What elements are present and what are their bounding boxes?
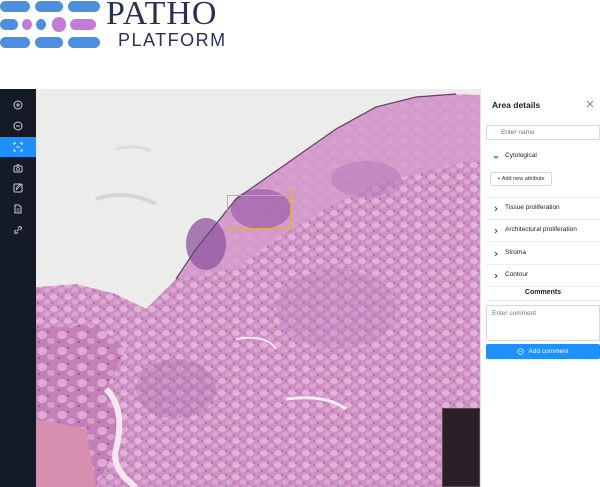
section-label: Stroma [505,249,526,256]
section-architectural-proliferation[interactable]: Architectural proliferation [486,220,600,242]
chevron-right-icon [494,251,498,257]
select-area-button[interactable] [0,137,36,157]
section-label: Cytological [505,152,537,159]
area-name-input[interactable] [486,125,600,140]
select-area-icon [13,142,23,152]
zoom-in-button[interactable] [0,95,36,115]
slide-viewer[interactable] [36,89,480,487]
zoom-out-button[interactable] [0,116,36,136]
add-comment-label: Add comment [528,348,569,355]
minimap-thumbnail[interactable] [442,408,480,487]
selected-area-box[interactable] [227,195,291,229]
add-attribute-button[interactable]: + Add new attribute [490,172,552,186]
chevron-right-icon [494,206,498,212]
tissue-slide-image [36,89,480,487]
section-label: Architectural proliferation [505,226,577,233]
section-stroma[interactable]: Stroma [486,243,600,265]
report-button[interactable] [0,199,36,219]
edit-button[interactable] [0,178,36,198]
comment-icon [517,348,525,355]
section-contour[interactable]: Contour [486,265,600,287]
section-label: Tissue proliferation [505,204,560,211]
section-tissue-proliferation[interactable]: Tissue proliferation [486,198,600,220]
left-toolbar [0,89,36,487]
divider [486,300,600,301]
close-icon[interactable] [585,99,595,109]
link-icon [14,226,22,234]
comment-textarea[interactable] [486,305,600,341]
app-window: Area details Cytological + Add new attri… [0,89,600,487]
logo-text-platform: PLATFORM [118,30,227,50]
screenshot-button[interactable] [0,158,36,178]
area-details-panel: Area details Cytological + Add new attri… [480,89,600,487]
camera-icon [13,164,23,173]
document-icon [14,204,22,214]
section-label: Contour [505,271,529,278]
zoom-in-icon [13,100,23,110]
chevron-right-icon [494,228,498,234]
logo-text-patho: PATHO [106,0,218,32]
link-button[interactable] [0,220,36,240]
chevron-right-icon [494,273,498,279]
panel-title: Area details [492,100,541,110]
add-comment-button[interactable]: Add comment [486,344,600,359]
brand-logo: PATHO PLATFORM [0,0,232,56]
edit-icon [13,183,23,193]
zoom-out-icon [13,121,23,131]
comments-heading: Comments [524,289,562,296]
chevron-down-icon [493,155,499,159]
logo-mark-icon [0,1,100,48]
selection-resize-handle[interactable] [286,190,296,200]
page: PATHO PLATFORM Area details Enter name C… [0,0,600,487]
